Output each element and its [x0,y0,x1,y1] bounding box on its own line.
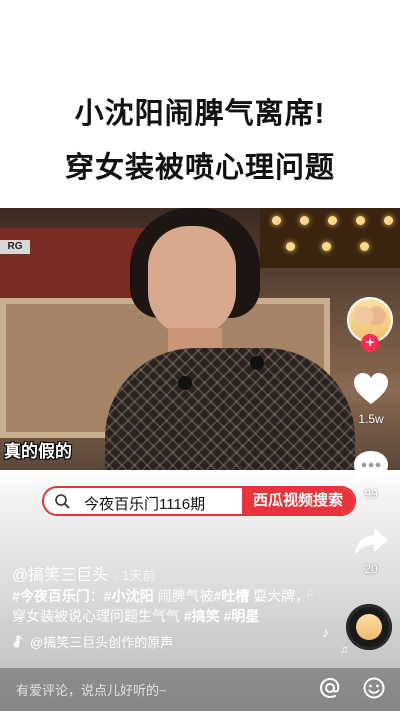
headline-line-2: 穿女装被喷心理问题 [64,152,335,184]
share-button[interactable] [351,524,391,560]
author-name[interactable]: @搞笑三巨头 · 1天前 [12,561,155,585]
share-count: 20 [364,562,378,576]
signal-icon [6,7,17,17]
caption-text: 闹脾气被 [153,588,214,604]
like-count: 1.5w [358,412,384,426]
post-time: · 1天前 [114,568,156,583]
music-note-icon: ♪ [322,624,329,640]
hashtag-link[interactable]: #吐槽 [213,588,249,604]
video-subtitle: 真的假的 [4,442,72,461]
music-note-icon [13,635,24,648]
comment-count: 99 [364,487,378,501]
xigua-search-button[interactable]: 西瓜视频搜索 [242,488,354,514]
location-icon: ◎ [326,4,336,17]
back-icon [16,29,29,51]
music-title: @搞笑三巨头创作的原声 [30,635,174,650]
headline-line-1: 小沈阳闹脾气离席! [74,98,326,130]
music-credit[interactable]: @搞笑三巨头创作的原声 [12,632,173,651]
battery-percent: 69% [340,3,365,17]
hashtag-link[interactable]: #今夜百乐门 [12,588,90,604]
video-player[interactable]: RG [0,208,400,470]
music-note-icon: ♫ [340,644,349,656]
battery-icon [370,5,394,15]
heart-icon [354,373,388,404]
comment-input[interactable]: 有爱评论，说点儿好听的~ [16,680,167,699]
hashtag-link[interactable]: #明星 [224,608,260,624]
music-disc[interactable] [346,604,392,650]
carrier-name: 中国移动 [21,5,70,19]
back-button[interactable] [10,26,38,54]
status-bar: 下午 3:38 中国移动 4G ◎ 69% [0,0,400,20]
emoji-button[interactable] [362,676,386,700]
related-search-banner[interactable]: 今夜百乐门1116期 西瓜视频搜索 [42,486,356,516]
post-caption: #今夜百乐门：#小沈阳 闹脾气被#吐槽 耍大牌，穿女装被说心理问题生气气 #搞笑… [12,586,312,626]
search-icon [361,29,385,53]
caption-text: ： [89,588,104,604]
network-type: 4G [81,4,98,19]
search-query: 今夜百乐门1116期 [84,496,206,513]
follow-button[interactable]: + [361,334,379,352]
search-button[interactable] [360,28,386,54]
search-icon [55,494,70,509]
emoji-icon [363,677,385,699]
comment-button[interactable] [351,448,391,484]
hashtag-link[interactable]: #小沈阳 [104,588,154,604]
comment-icon [354,451,388,481]
like-button[interactable] [351,371,391,407]
hashtag-link[interactable]: #搞笑 [184,608,220,624]
share-icon [355,528,388,555]
author-handle[interactable]: @搞笑三巨头 [12,567,108,584]
mention-button[interactable] [318,676,342,700]
at-icon [319,677,340,699]
